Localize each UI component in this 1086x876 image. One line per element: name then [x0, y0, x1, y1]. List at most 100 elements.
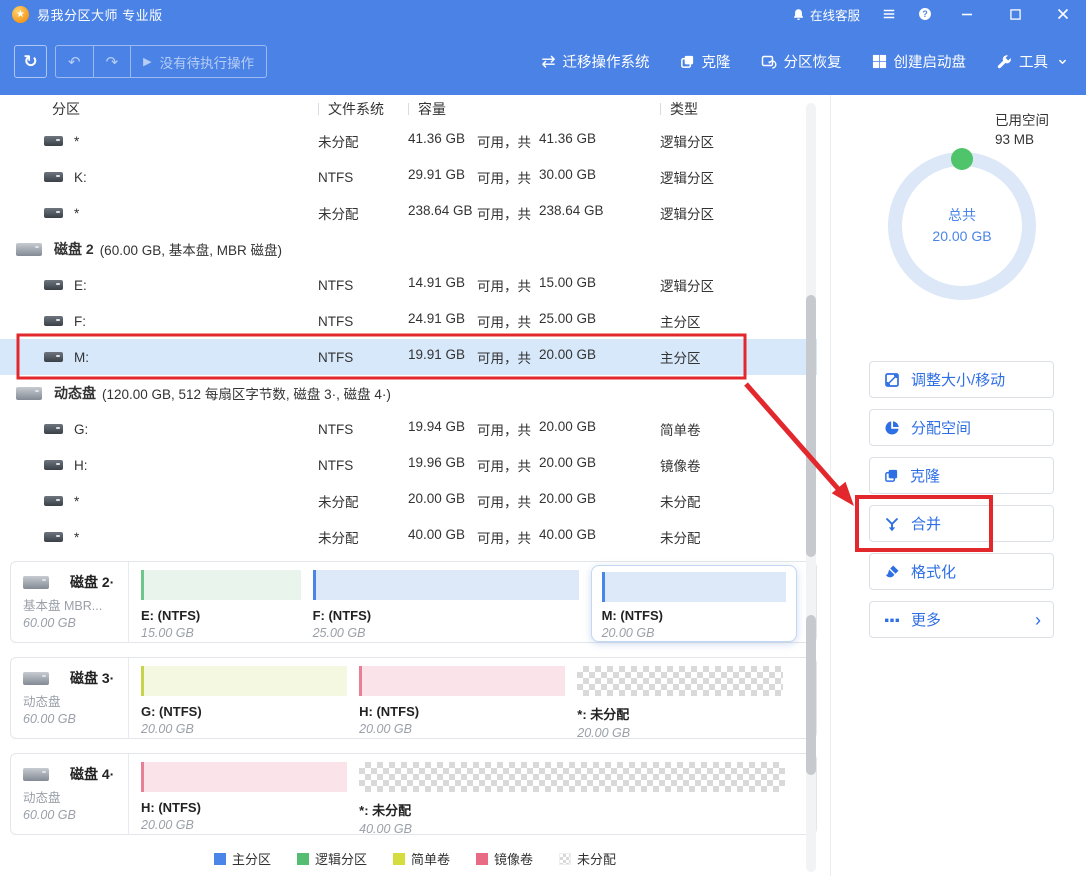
- table-row[interactable]: E: NTFS 14.91 GB 可用，共 15.00 GB 逻辑分区: [0, 267, 830, 303]
- partition-block[interactable]: *: 未分配 40.00 GB: [359, 762, 785, 834]
- used-space-label: 已用空间: [995, 111, 1049, 130]
- capacity-label: 可用，共: [477, 203, 539, 223]
- capacity-total: 20.00 GB: [539, 419, 596, 439]
- partition-type: 主分区: [660, 311, 830, 331]
- table-row[interactable]: F: NTFS 24.91 GB 可用，共 25.00 GB 主分区: [0, 303, 830, 339]
- menu-button[interactable]: [882, 7, 896, 21]
- filesystem-value: 未分配: [318, 203, 408, 223]
- disk-name: 磁盘 4·: [70, 764, 114, 784]
- disk-name: 磁盘 2·: [70, 572, 114, 592]
- table-row[interactable]: * 未分配 238.64 GB 可用，共 238.64 GB 逻辑分区: [0, 195, 830, 231]
- table-row[interactable]: * 未分配 40.00 GB 可用，共 40.00 GB 未分配: [0, 519, 830, 555]
- scrollbar-thumb-diskmap[interactable]: [806, 615, 816, 775]
- table-row[interactable]: M: NTFS 19.91 GB 可用，共 20.00 GB 主分区: [0, 339, 817, 375]
- redo-button[interactable]: ↷: [93, 46, 131, 77]
- total-value: 20.00 GB: [932, 226, 991, 247]
- capacity-label: 可用，共: [477, 131, 539, 151]
- capacity-total: 15.00 GB: [539, 275, 596, 295]
- capacity-total: 41.36 GB: [539, 131, 596, 151]
- help-button[interactable]: ?: [918, 7, 932, 21]
- filesystem-value: NTFS: [318, 458, 408, 473]
- chevron-right-icon: ›: [1035, 611, 1041, 629]
- table-header: 分区 文件系统 容量 类型: [0, 95, 830, 123]
- drive-icon: [44, 136, 63, 146]
- drive-icon: [44, 172, 63, 182]
- filesystem-value: 未分配: [318, 131, 408, 151]
- capacity-free: 20.00 GB: [408, 491, 477, 511]
- partition-block[interactable]: G: (NTFS) 20.00 GB: [141, 666, 347, 738]
- table-row[interactable]: G: NTFS 19.94 GB 可用，共 20.00 GB 简单卷: [0, 411, 830, 447]
- table-row[interactable]: 动态盘 (120.00 GB, 512 每扇区字节数, 磁盘 3·, 磁盘 4·…: [0, 375, 830, 411]
- capacity-free: 40.00 GB: [408, 527, 477, 547]
- partition-name: H:: [74, 458, 88, 473]
- clone-button[interactable]: 克隆: [680, 51, 731, 72]
- maximize-button[interactable]: [1002, 4, 1028, 24]
- disk-group-label: 磁盘 2: [54, 239, 94, 259]
- table-row[interactable]: H: NTFS 19.96 GB 可用，共 20.00 GB 镜像卷: [0, 447, 830, 483]
- sidebar: 已用空间 93 MB 总共 20.00 GB 调整大小/移动 分配空间: [830, 95, 1086, 876]
- partition-name: *: [74, 134, 79, 149]
- allocate-space-button[interactable]: 分配空间: [869, 409, 1054, 446]
- format-button[interactable]: 格式化: [869, 553, 1054, 590]
- partition-block-label: *: 未分配: [577, 704, 783, 723]
- legend-item: 未分配: [559, 849, 616, 868]
- capacity-total: 20.00 GB: [539, 347, 596, 367]
- partition-block-size: 20.00 GB: [141, 818, 347, 832]
- disk-type-label: 基本盘 MBR...: [23, 595, 128, 614]
- partition-type: 未分配: [660, 491, 830, 511]
- undo-button[interactable]: ↶: [56, 46, 93, 77]
- partition-recovery-button[interactable]: 分区恢复: [761, 51, 842, 72]
- refresh-icon: ↻: [23, 52, 37, 72]
- minimize-button[interactable]: [954, 4, 980, 24]
- table-row[interactable]: 磁盘 2 (60.00 GB, 基本盘, MBR 磁盘): [0, 231, 830, 267]
- clone-partition-button[interactable]: 克隆: [869, 457, 1054, 494]
- table-row[interactable]: * 未分配 20.00 GB 可用，共 20.00 GB 未分配: [0, 483, 830, 519]
- capacity-free: 41.36 GB: [408, 131, 477, 151]
- partition-type: 逻辑分区: [660, 167, 830, 187]
- undo-icon: ↶: [68, 53, 81, 71]
- refresh-button[interactable]: ↻: [14, 45, 47, 78]
- capacity-total: 20.00 GB: [539, 491, 596, 511]
- table-row[interactable]: K: NTFS 29.91 GB 可用，共 30.00 GB 逻辑分区: [0, 159, 830, 195]
- more-button[interactable]: 更多 ›: [869, 601, 1054, 638]
- partition-block[interactable]: M: (NTFS) 20.00 GB: [591, 565, 797, 642]
- tools-icon: [996, 54, 1012, 70]
- partition-block[interactable]: F: (NTFS) 25.00 GB: [313, 570, 579, 642]
- merge-button[interactable]: 合并: [869, 505, 1054, 542]
- table-row[interactable]: * 未分配 41.36 GB 可用，共 41.36 GB 逻辑分区: [0, 123, 830, 159]
- legend-swatch: [476, 853, 488, 865]
- resize-move-button[interactable]: 调整大小/移动: [869, 361, 1054, 398]
- scrollbar-thumb-list[interactable]: [806, 295, 816, 557]
- filesystem-value: NTFS: [318, 278, 408, 293]
- online-service-button[interactable]: 在线客服: [792, 5, 860, 24]
- capacity-free: 19.96 GB: [408, 455, 477, 475]
- execute-operations-button[interactable]: ▶ 没有待执行操作: [130, 46, 266, 77]
- create-boot-disk-button[interactable]: 创建启动盘: [872, 51, 967, 72]
- capacity-total: 25.00 GB: [539, 311, 596, 331]
- disk-map-panel: 磁盘 2· 基本盘 MBR... 60.00 GB E: (NTFS) 15.0…: [10, 561, 817, 643]
- redo-icon: ↷: [106, 53, 119, 71]
- close-button[interactable]: [1050, 4, 1076, 24]
- legend-label: 镜像卷: [494, 849, 533, 868]
- partition-block[interactable]: H: (NTFS) 20.00 GB: [359, 666, 565, 738]
- partition-block[interactable]: *: 未分配 20.00 GB: [577, 666, 783, 738]
- clone-icon: [680, 54, 695, 69]
- partition-type: 主分区: [660, 347, 817, 367]
- merge-icon: [884, 516, 900, 532]
- tools-button[interactable]: 工具: [996, 51, 1068, 72]
- filesystem-value: 未分配: [318, 491, 408, 511]
- partition-block[interactable]: H: (NTFS) 20.00 GB: [141, 762, 347, 834]
- used-space-value: 93 MB: [995, 130, 1049, 149]
- drive-icon: [44, 532, 63, 542]
- toolbar: ↻ ↶ ↷ ▶ 没有待执行操作 ⇄ 迁移操作系统 克隆 分区恢复: [0, 28, 1086, 95]
- column-header-type: 类型: [660, 99, 830, 119]
- migrate-os-button[interactable]: ⇄ 迁移操作系统: [541, 51, 649, 72]
- legend-item: 镜像卷: [476, 849, 533, 868]
- total-label: 总共: [948, 205, 976, 226]
- capacity-free: 19.91 GB: [408, 347, 477, 367]
- partition-block-size: 25.00 GB: [313, 626, 579, 640]
- partition-block[interactable]: E: (NTFS) 15.00 GB: [141, 570, 301, 642]
- disk-icon: [16, 387, 42, 400]
- app-logo-icon: ★: [12, 6, 29, 23]
- partition-bar: [141, 666, 347, 696]
